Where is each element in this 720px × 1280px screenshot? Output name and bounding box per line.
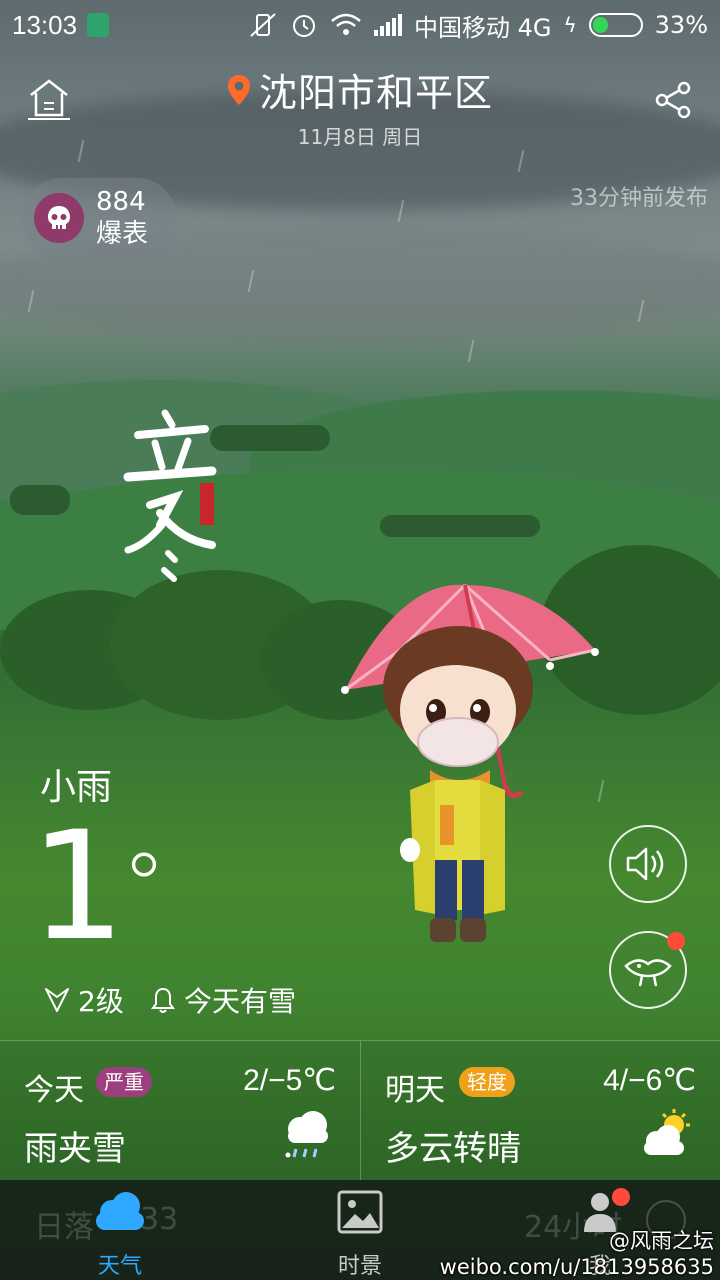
- battery-level: [592, 17, 608, 33]
- vibrate-off-icon: [250, 13, 276, 37]
- carrier-label: 中国移动 4G: [413, 13, 552, 42]
- forecast-description: 多云转晴: [385, 1129, 521, 1169]
- picture-icon: [337, 1190, 383, 1234]
- tab-label: 天气: [97, 1254, 142, 1279]
- cloud-icon: [96, 1192, 144, 1230]
- voice-broadcast-button[interactable]: [609, 825, 687, 903]
- wind-info: 2级: [42, 980, 124, 1020]
- aqi-value: 884: [96, 187, 146, 217]
- location-pin-icon: [227, 74, 250, 105]
- forecast-description: 雨夹雪: [24, 1129, 126, 1169]
- current-temperature: 1°: [30, 812, 166, 962]
- location-header[interactable]: 沈阳市和平区 11月8日 周日: [0, 62, 720, 150]
- watermark-url: weibo.com/u/1813958635: [439, 1255, 714, 1279]
- tab-label: 时景: [337, 1254, 382, 1279]
- partly-sunny-icon: [644, 1109, 690, 1155]
- aqi-level-badge: 轻度: [459, 1067, 515, 1097]
- alert-text: 今天有雪: [184, 985, 297, 1018]
- aqi-level-badge: 严重: [96, 1067, 152, 1097]
- charging-icon: ϟ: [563, 13, 577, 37]
- solar-term-calligraphy: [123, 409, 217, 582]
- bell-icon: [151, 987, 175, 1013]
- forecast-day: 明天: [385, 1073, 445, 1108]
- tree-row: [210, 425, 330, 451]
- shield-icon: [87, 13, 110, 37]
- signal-icon: [373, 14, 402, 36]
- watermark-handle: @风雨之坛: [609, 1229, 714, 1253]
- wifi-icon: [331, 13, 361, 35]
- raindrop: [467, 340, 475, 362]
- alarm-icon: [292, 15, 315, 37]
- notification-dot: [612, 1188, 630, 1206]
- tree-row: [10, 485, 70, 515]
- tab-weather[interactable]: 天气: [60, 1190, 180, 1280]
- temperature-value: 1: [30, 800, 125, 974]
- speaker-icon: [626, 847, 664, 881]
- weather-alert[interactable]: 今天有雪: [150, 980, 296, 1020]
- status-bar: 13:03 中国移动 4G ϟ 33%: [0, 0, 720, 50]
- watermark: @风雨之坛 weibo.com/u/1813958635: [440, 1228, 714, 1280]
- tree-row: [380, 515, 540, 537]
- battery-percent: 33%: [654, 11, 708, 39]
- character-umbrella-illustration: [341, 583, 599, 942]
- location-name: 沈阳市和平区: [258, 71, 493, 115]
- notification-dot: [667, 932, 685, 950]
- bird-icon: [624, 959, 672, 987]
- forecast-today[interactable]: 今天 严重 2/−5℃ 雨夹雪: [0, 1041, 360, 1181]
- forecast-tomorrow[interactable]: 明天 轻度 4/−6℃ 多云转晴: [360, 1041, 720, 1181]
- wind-level: 2级: [78, 985, 124, 1018]
- battery-icon: [588, 13, 643, 37]
- wind-direction-icon: [45, 988, 69, 1012]
- tab-scenery[interactable]: 时景: [300, 1190, 420, 1280]
- forecast-temp-range: 2/−5℃: [243, 1064, 336, 1097]
- status-time: 13:03: [12, 9, 78, 40]
- status-right-group: 中国移动 4G ϟ 33%: [248, 8, 708, 43]
- forecast-temp-range: 4/−6℃: [603, 1064, 696, 1097]
- skull-icon: [34, 193, 84, 243]
- aqi-badge[interactable]: 884 爆表: [22, 178, 177, 258]
- share-icon[interactable]: [654, 80, 694, 120]
- aqi-label: 爆表: [96, 219, 149, 249]
- date-label: 11月8日 周日: [297, 125, 423, 149]
- published-time: 33分钟前发布: [570, 186, 708, 211]
- sleet-icon: [285, 1111, 328, 1158]
- forecast-panel: 今天 严重 2/−5℃ 雨夹雪 明天 轻度 4/−6℃ 多云转晴: [0, 1040, 720, 1181]
- forecast-day: 今天: [24, 1073, 84, 1108]
- temperature-unit: °: [121, 834, 166, 939]
